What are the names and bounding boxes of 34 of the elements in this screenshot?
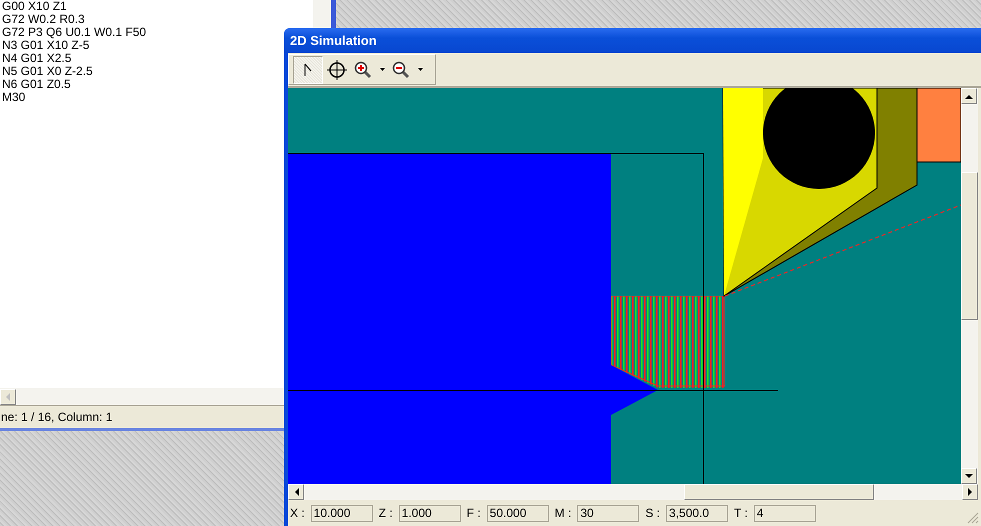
window-title: 2D Simulation bbox=[290, 33, 377, 48]
scroll-down-icon[interactable] bbox=[961, 468, 977, 484]
readout-label: X : bbox=[290, 506, 305, 520]
readout-label: F : bbox=[466, 506, 481, 520]
readout-label: Z : bbox=[378, 506, 393, 520]
scroll-right-icon[interactable] bbox=[962, 484, 978, 500]
scroll-left-icon[interactable] bbox=[288, 484, 304, 500]
resize-grip-icon[interactable] bbox=[967, 512, 979, 524]
readout-field: 50.000 bbox=[486, 504, 549, 522]
readout-field: 30 bbox=[577, 504, 640, 522]
readout-field: 1.000 bbox=[398, 504, 461, 522]
code-line: N5 G01 X0 Z-2.5 bbox=[2, 65, 93, 78]
code-line: G72 P3 Q6 U0.1 W0.1 F50 bbox=[2, 26, 146, 39]
cursor-icon bbox=[304, 62, 312, 76]
tool-button[interactable] bbox=[293, 56, 323, 84]
code-line: N4 G01 X2.5 bbox=[2, 52, 72, 65]
readout-field: 3,500.0 bbox=[666, 504, 728, 522]
code-line: N6 G01 Z0.5 bbox=[2, 78, 71, 91]
code-line: M30 bbox=[2, 91, 26, 104]
scrollbar-thumb[interactable] bbox=[961, 172, 978, 320]
readout-label: T : bbox=[734, 506, 748, 520]
cursor-position: ne: 1 / 16, Column: 1 bbox=[1, 410, 112, 424]
zoom-in-icon bbox=[354, 60, 372, 78]
scrollbar-thumb[interactable] bbox=[684, 484, 874, 500]
readout-field: 10.000 bbox=[310, 504, 373, 522]
code-line: G00 X10 Z1 bbox=[2, 0, 67, 13]
zoom-out-icon bbox=[392, 60, 410, 78]
code-line: G72 W0.2 R0.3 bbox=[2, 13, 85, 26]
readout-label: S : bbox=[645, 506, 660, 520]
scroll-up-icon[interactable] bbox=[961, 88, 977, 104]
readout-field: 4 bbox=[754, 504, 816, 522]
readout-label: M : bbox=[554, 506, 572, 520]
code-line: N3 G01 X10 Z-5 bbox=[2, 39, 90, 52]
crosshair-icon bbox=[327, 60, 347, 80]
